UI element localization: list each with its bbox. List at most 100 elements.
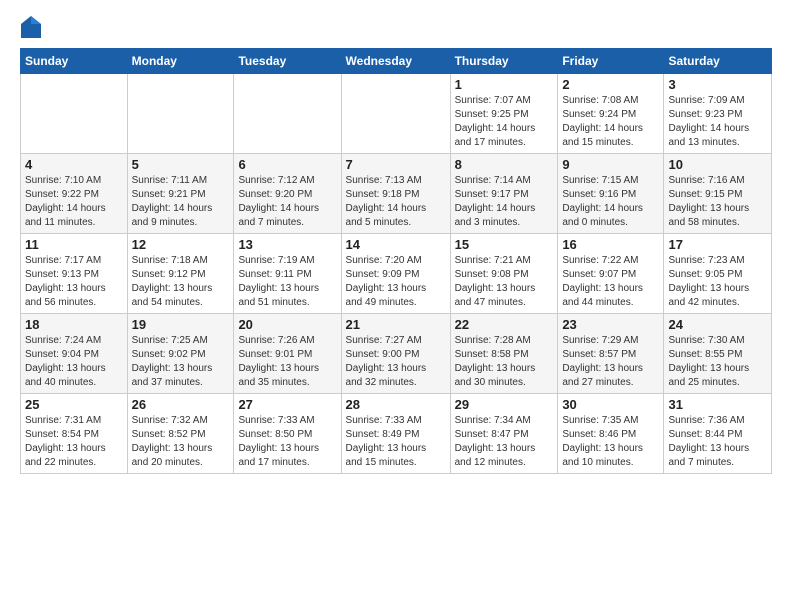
day-number: 24 <box>668 317 767 332</box>
page: SundayMondayTuesdayWednesdayThursdayFrid… <box>0 0 792 612</box>
day-info: Sunrise: 7:20 AM Sunset: 9:09 PM Dayligh… <box>346 254 446 310</box>
day-cell: 22 Sunrise: 7:28 AM Sunset: 8:58 PM Dayli… <box>450 314 558 394</box>
day-cell <box>21 74 128 154</box>
day-cell: 28 Sunrise: 7:33 AM Sunset: 8:49 PM Dayli… <box>341 394 450 474</box>
day-number: 25 <box>25 397 123 412</box>
day-number: 16 <box>562 237 659 252</box>
day-number: 27 <box>238 397 336 412</box>
weekday-header-friday: Friday <box>558 49 664 74</box>
day-cell: 26 Sunrise: 7:32 AM Sunset: 8:52 PM Dayli… <box>127 394 234 474</box>
day-cell: 27Sunrise: 7:33 AM Sunset: 8:50 PM Dayli… <box>234 394 341 474</box>
day-number: 12 <box>132 237 230 252</box>
day-cell: 7 Sunrise: 7:13 AM Sunset: 9:18 PM Daylig… <box>341 154 450 234</box>
day-info: Sunrise: 7:25 AM Sunset: 9:02 PM Dayligh… <box>132 334 230 390</box>
day-info: Sunrise: 7:15 AM Sunset: 9:16 PM Dayligh… <box>562 174 659 230</box>
day-info: Sunrise: 7:07 AM Sunset: 9:25 PM Dayligh… <box>455 94 554 150</box>
day-cell: 11 Sunrise: 7:17 AM Sunset: 9:13 PM Dayli… <box>21 234 128 314</box>
day-number: 18 <box>25 317 123 332</box>
day-cell: 5 Sunrise: 7:11 AM Sunset: 9:21 PM Daylig… <box>127 154 234 234</box>
day-info: Sunrise: 7:34 AM Sunset: 8:47 PM Dayligh… <box>455 414 554 470</box>
day-info: Sunrise: 7:13 AM Sunset: 9:18 PM Dayligh… <box>346 174 446 230</box>
day-cell: 29 Sunrise: 7:34 AM Sunset: 8:47 PM Dayli… <box>450 394 558 474</box>
day-number: 28 <box>346 397 446 412</box>
day-info: Sunrise: 7:18 AM Sunset: 9:12 PM Dayligh… <box>132 254 230 310</box>
day-number: 19 <box>132 317 230 332</box>
day-cell <box>341 74 450 154</box>
day-cell: 6 Sunrise: 7:12 AM Sunset: 9:20 PM Daylig… <box>234 154 341 234</box>
day-cell: 1 Sunrise: 7:07 AM Sunset: 9:25 PM Daylig… <box>450 74 558 154</box>
weekday-header-monday: Monday <box>127 49 234 74</box>
weekday-header-saturday: Saturday <box>664 49 772 74</box>
day-number: 1 <box>455 77 554 92</box>
day-info: Sunrise: 7:16 AM Sunset: 9:15 PM Dayligh… <box>668 174 767 230</box>
day-info: Sunrise: 7:09 AM Sunset: 9:23 PM Dayligh… <box>668 94 767 150</box>
weekday-header-thursday: Thursday <box>450 49 558 74</box>
day-info: Sunrise: 7:17 AM Sunset: 9:13 PM Dayligh… <box>25 254 123 310</box>
weekday-header-row: SundayMondayTuesdayWednesdayThursdayFrid… <box>21 49 772 74</box>
weekday-header-tuesday: Tuesday <box>234 49 341 74</box>
day-cell: 15 Sunrise: 7:21 AM Sunset: 9:08 PM Dayli… <box>450 234 558 314</box>
day-info: Sunrise: 7:14 AM Sunset: 9:17 PM Dayligh… <box>455 174 554 230</box>
logo <box>20 16 42 38</box>
logo-icon <box>21 16 41 38</box>
day-info: Sunrise: 7:33 AM Sunset: 8:49 PM Dayligh… <box>346 414 446 470</box>
day-info: Sunrise: 7:32 AM Sunset: 8:52 PM Dayligh… <box>132 414 230 470</box>
day-number: 4 <box>25 157 123 172</box>
day-info: Sunrise: 7:11 AM Sunset: 9:21 PM Dayligh… <box>132 174 230 230</box>
week-row-5: 25 Sunrise: 7:31 AM Sunset: 8:54 PM Dayli… <box>21 394 772 474</box>
day-cell: 9 Sunrise: 7:15 AM Sunset: 9:16 PM Daylig… <box>558 154 664 234</box>
calendar-table: SundayMondayTuesdayWednesdayThursdayFrid… <box>20 48 772 474</box>
day-number: 21 <box>346 317 446 332</box>
day-info: Sunrise: 7:31 AM Sunset: 8:54 PM Dayligh… <box>25 414 123 470</box>
day-number: 13 <box>238 237 336 252</box>
day-number: 29 <box>455 397 554 412</box>
day-info: Sunrise: 7:24 AM Sunset: 9:04 PM Dayligh… <box>25 334 123 390</box>
week-row-3: 11 Sunrise: 7:17 AM Sunset: 9:13 PM Dayli… <box>21 234 772 314</box>
day-info: Sunrise: 7:08 AM Sunset: 9:24 PM Dayligh… <box>562 94 659 150</box>
day-cell: 14 Sunrise: 7:20 AM Sunset: 9:09 PM Dayli… <box>341 234 450 314</box>
day-cell: 4Sunrise: 7:10 AM Sunset: 9:22 PM Daylig… <box>21 154 128 234</box>
day-number: 14 <box>346 237 446 252</box>
day-cell <box>234 74 341 154</box>
day-info: Sunrise: 7:12 AM Sunset: 9:20 PM Dayligh… <box>238 174 336 230</box>
weekday-header-wednesday: Wednesday <box>341 49 450 74</box>
day-info: Sunrise: 7:21 AM Sunset: 9:08 PM Dayligh… <box>455 254 554 310</box>
day-number: 6 <box>238 157 336 172</box>
day-info: Sunrise: 7:28 AM Sunset: 8:58 PM Dayligh… <box>455 334 554 390</box>
day-cell <box>127 74 234 154</box>
day-cell: 2 Sunrise: 7:08 AM Sunset: 9:24 PM Daylig… <box>558 74 664 154</box>
day-cell: 18 Sunrise: 7:24 AM Sunset: 9:04 PM Dayli… <box>21 314 128 394</box>
day-cell: 12 Sunrise: 7:18 AM Sunset: 9:12 PM Dayli… <box>127 234 234 314</box>
day-cell: 10 Sunrise: 7:16 AM Sunset: 9:15 PM Dayli… <box>664 154 772 234</box>
day-cell: 8 Sunrise: 7:14 AM Sunset: 9:17 PM Daylig… <box>450 154 558 234</box>
week-row-1: 1 Sunrise: 7:07 AM Sunset: 9:25 PM Daylig… <box>21 74 772 154</box>
day-cell: 30Sunrise: 7:35 AM Sunset: 8:46 PM Dayli… <box>558 394 664 474</box>
day-number: 5 <box>132 157 230 172</box>
day-info: Sunrise: 7:26 AM Sunset: 9:01 PM Dayligh… <box>238 334 336 390</box>
day-number: 20 <box>238 317 336 332</box>
day-cell: 31 Sunrise: 7:36 AM Sunset: 8:44 PM Dayli… <box>664 394 772 474</box>
day-info: Sunrise: 7:22 AM Sunset: 9:07 PM Dayligh… <box>562 254 659 310</box>
day-info: Sunrise: 7:30 AM Sunset: 8:55 PM Dayligh… <box>668 334 767 390</box>
day-info: Sunrise: 7:36 AM Sunset: 8:44 PM Dayligh… <box>668 414 767 470</box>
header <box>20 16 772 38</box>
day-number: 7 <box>346 157 446 172</box>
day-number: 10 <box>668 157 767 172</box>
day-info: Sunrise: 7:35 AM Sunset: 8:46 PM Dayligh… <box>562 414 659 470</box>
day-number: 26 <box>132 397 230 412</box>
week-row-4: 18 Sunrise: 7:24 AM Sunset: 9:04 PM Dayli… <box>21 314 772 394</box>
day-number: 22 <box>455 317 554 332</box>
day-cell: 23Sunrise: 7:29 AM Sunset: 8:57 PM Dayli… <box>558 314 664 394</box>
day-number: 17 <box>668 237 767 252</box>
day-number: 9 <box>562 157 659 172</box>
day-cell: 24 Sunrise: 7:30 AM Sunset: 8:55 PM Dayli… <box>664 314 772 394</box>
day-cell: 25 Sunrise: 7:31 AM Sunset: 8:54 PM Dayli… <box>21 394 128 474</box>
day-number: 8 <box>455 157 554 172</box>
day-cell: 16 Sunrise: 7:22 AM Sunset: 9:07 PM Dayli… <box>558 234 664 314</box>
day-number: 3 <box>668 77 767 92</box>
day-number: 15 <box>455 237 554 252</box>
day-number: 11 <box>25 237 123 252</box>
day-number: 31 <box>668 397 767 412</box>
day-number: 2 <box>562 77 659 92</box>
day-cell: 3 Sunrise: 7:09 AM Sunset: 9:23 PM Daylig… <box>664 74 772 154</box>
